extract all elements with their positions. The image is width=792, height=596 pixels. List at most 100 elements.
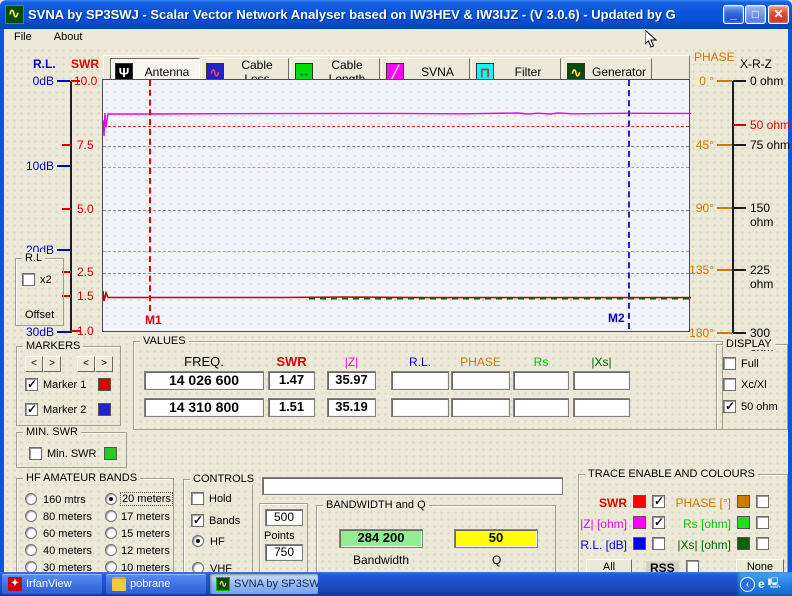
phase-tick	[717, 80, 732, 82]
trace-phase-checkbox[interactable]	[756, 495, 769, 508]
radio-15meters-label: 15 meters	[121, 528, 170, 540]
taskbar-button-svna[interactable]: ∿ SVNA by SP3SWJ - S...	[210, 574, 318, 594]
min-swr-checkbox[interactable]	[29, 447, 42, 460]
minimize-button[interactable]: _	[723, 5, 744, 24]
offset-label[interactable]: Offset	[25, 309, 54, 321]
radio-80meters[interactable]	[25, 510, 37, 522]
application-window: SVNA by SP3SWJ - Scalar Vector Network A…	[0, 0, 792, 596]
z-trace	[103, 113, 691, 136]
z-value-m2[interactable]: 35.19	[327, 398, 376, 417]
marker2-checkbox[interactable]	[25, 403, 38, 416]
radio-40meters-label: 40 meters	[43, 545, 92, 557]
points-value-500[interactable]: 500	[265, 509, 303, 526]
marker2-next-button[interactable]: >	[95, 356, 113, 372]
ohm50-checkbox[interactable]	[723, 400, 736, 413]
trace-z-checkbox[interactable]	[652, 516, 665, 529]
x2-checkbox[interactable]	[22, 273, 35, 286]
trace-xs-swatch[interactable]	[737, 537, 750, 550]
swr-value-m1[interactable]: 1.47	[268, 371, 315, 390]
values-header-rl: R.L.	[391, 355, 449, 369]
tray-collapse-icon[interactable]: ‹	[740, 577, 755, 592]
title-bar[interactable]: SVNA by SP3SWJ - Scalar Vector Network A…	[0, 0, 792, 29]
marker2-checkbox-label: Marker 2	[43, 404, 86, 416]
radio-20meters-label: 20 meters	[121, 493, 172, 505]
rl-value-m2[interactable]	[391, 398, 449, 417]
taskbar-button-label: SVNA by SP3SWJ - S...	[234, 578, 318, 590]
trace-phase-swatch[interactable]	[737, 495, 750, 508]
points-value-750[interactable]: 750	[265, 544, 303, 561]
trace-rl-label: R.L. [dB]	[571, 538, 627, 552]
plot-area[interactable]: M1 M2	[102, 79, 690, 332]
radio-60meters[interactable]	[25, 527, 37, 539]
ohm-tick-label: 75 ohm	[750, 138, 790, 152]
display-tray-icon[interactable]: 🖳	[768, 576, 781, 593]
window-title: SVNA by SP3SWJ - Scalar Vector Network A…	[28, 7, 676, 22]
taskbar-button-irfanview[interactable]: ✦ IrfanView	[2, 574, 102, 594]
xcxl-checkbox[interactable]	[723, 378, 736, 391]
q-value[interactable]: 50	[454, 529, 538, 548]
hold-checkbox[interactable]	[191, 492, 204, 505]
values-box: VALUES FREQ. SWR |Z| R.L. PHASE Rs |Xs| …	[133, 341, 723, 430]
swr-tick-label: 5.0	[77, 202, 94, 216]
values-box-title: VALUES	[140, 335, 189, 347]
freq-value-m1[interactable]: 14 026 600	[144, 371, 264, 390]
rs-value-m2[interactable]	[513, 398, 569, 417]
radio-15meters[interactable]	[105, 527, 117, 539]
marker1-checkbox[interactable]	[25, 378, 38, 391]
trace-swr-swatch[interactable]	[633, 495, 646, 508]
marker2-line[interactable]	[628, 80, 630, 329]
freq-value-m2[interactable]: 14 310 800	[144, 398, 264, 417]
rl-tick-label: 0dB	[20, 74, 54, 88]
marker2-color-swatch[interactable]	[98, 403, 111, 416]
ohm-tick	[733, 269, 746, 271]
z-value-m1[interactable]: 35.97	[327, 371, 376, 390]
swr-value-m2[interactable]: 1.51	[268, 398, 315, 417]
xs-value-m1[interactable]	[573, 371, 630, 390]
ohm-tick-label-50: 50 ohm	[750, 118, 790, 132]
close-button[interactable]: ✕	[768, 5, 789, 24]
trace-z-swatch[interactable]	[633, 516, 646, 529]
x2-label: x2	[40, 274, 52, 286]
menu-file[interactable]: File	[12, 31, 34, 47]
menu-about[interactable]: About	[52, 31, 85, 47]
trace-rl-swatch[interactable]	[633, 537, 646, 550]
marker1-prev-button[interactable]: <	[25, 356, 43, 372]
ie-tray-icon[interactable]: e	[758, 577, 765, 591]
marker1-next-button[interactable]: >	[43, 356, 61, 372]
radio-17meters[interactable]	[105, 510, 117, 522]
trace-rs-checkbox[interactable]	[756, 516, 769, 529]
rs-value-m1[interactable]	[513, 371, 569, 390]
maximize-button[interactable]: □	[745, 5, 766, 24]
phase-tick	[717, 332, 732, 334]
radio-12meters-label: 12 meters	[121, 545, 170, 557]
xs-value-m2[interactable]	[573, 398, 630, 417]
phase-value-m1[interactable]	[451, 371, 510, 390]
marker1-line[interactable]	[149, 80, 151, 311]
radio-160mtrs[interactable]	[25, 493, 37, 505]
trace-xs-checkbox[interactable]	[756, 537, 769, 550]
ohm-tick-label: 150 ohm	[750, 201, 792, 229]
min-swr-color-swatch[interactable]	[104, 447, 117, 460]
marker2-prev-button[interactable]: <	[77, 356, 95, 372]
bands-checkbox[interactable]	[191, 514, 204, 527]
marker1-color-swatch[interactable]	[98, 378, 111, 391]
phase-value-m2[interactable]	[451, 398, 510, 417]
radio-20meters[interactable]	[105, 493, 117, 505]
message-field[interactable]	[262, 477, 563, 495]
full-checkbox[interactable]	[723, 357, 736, 370]
radio-40meters[interactable]	[25, 544, 37, 556]
rl-value-m1[interactable]	[391, 371, 449, 390]
bandwidth-value[interactable]: 284 200	[339, 529, 423, 548]
ohm-tick	[733, 207, 746, 209]
trace-rs-swatch[interactable]	[737, 516, 750, 529]
taskbar-button-pobrane[interactable]: pobrane	[106, 574, 206, 594]
radio-80meters-label: 80 meters	[43, 511, 92, 523]
toolbar-label: Filter	[500, 65, 556, 79]
radio-17meters-label: 17 meters	[121, 511, 170, 523]
display-box: DISPLAY Full Xc/Xl 50 ohm	[716, 344, 788, 430]
radio-12meters[interactable]	[105, 544, 117, 556]
trace-swr-checkbox[interactable]	[652, 495, 665, 508]
hf-radio[interactable]	[192, 535, 204, 547]
trace-rl-checkbox[interactable]	[652, 537, 665, 550]
taskbar-button-label: pobrane	[130, 578, 170, 590]
